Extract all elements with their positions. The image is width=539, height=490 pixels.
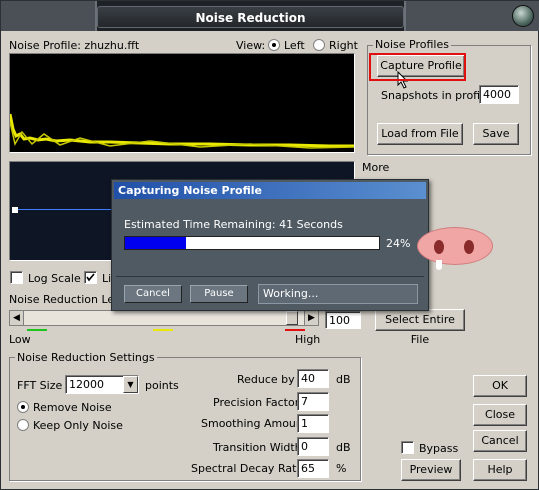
close-icon[interactable] <box>512 5 534 27</box>
fft-size-select[interactable]: 12000 ▼ <box>65 375 139 394</box>
dialog-pause-button[interactable]: Pause <box>190 285 248 303</box>
more-label: More <box>362 161 390 174</box>
pig-drip <box>436 260 442 270</box>
slider-low-marker <box>27 329 47 331</box>
slider-mid-marker <box>153 329 173 331</box>
smoothing-amount-label: Smoothing Amount <box>201 417 308 430</box>
view-left-radio[interactable] <box>268 39 280 51</box>
bypass-label: Bypass <box>419 442 459 455</box>
slider-high-marker <box>285 329 305 331</box>
noise-profile-graph <box>8 53 355 153</box>
check-icon <box>86 273 95 282</box>
close-button[interactable]: Close <box>473 404 527 426</box>
pig-nostril-left <box>434 240 444 254</box>
reduce-by-input[interactable]: 40 <box>297 369 329 388</box>
reduction-level-input[interactable]: 100 <box>325 311 361 329</box>
slider-right-arrow-icon[interactable]: ▶ <box>304 311 318 325</box>
cancel-button[interactable]: Cancel <box>473 430 527 452</box>
log-scale-checkbox[interactable] <box>10 271 23 284</box>
capture-progress-bar <box>124 236 380 250</box>
spectral-decay-input[interactable]: 65 <box>297 459 329 478</box>
precision-factor-label: Precision Factor <box>213 396 300 409</box>
fft-size-label: FFT Size <box>17 379 63 392</box>
log-scale-label: Log Scale <box>28 272 81 285</box>
snapshots-input[interactable]: 4000 <box>479 85 519 104</box>
noise-profile-label: Noise Profile: zhuzhu.fft <box>9 39 140 52</box>
linear-checkbox[interactable] <box>84 271 97 284</box>
transition-width-unit: dB <box>336 441 351 454</box>
select-entire-file-button[interactable]: Select Entire File <box>375 309 465 346</box>
view-left-label: Left <box>284 39 305 52</box>
remove-noise-label: Remove Noise <box>33 401 112 414</box>
keep-only-noise-label: Keep Only Noise <box>33 419 123 432</box>
save-profile-button[interactable]: Save <box>473 123 519 145</box>
dialog-title[interactable]: Capturing Noise Profile <box>114 182 426 199</box>
ok-button[interactable]: OK <box>473 375 527 397</box>
spectral-decay-label: Spectral Decay Rate <box>191 462 304 475</box>
fft-size-value: 12000 <box>69 378 104 391</box>
transition-width-input[interactable]: 0 <box>297 437 329 456</box>
reduction-level-slider[interactable]: ◀ ▶ <box>9 310 319 326</box>
snapshots-label: Snapshots in profile <box>381 89 490 102</box>
progress-percent-label: 24% <box>386 237 411 250</box>
preview-button[interactable]: Preview <box>401 459 461 481</box>
dialog-cancel-button[interactable]: Cancel <box>124 285 182 303</box>
chevron-down-icon[interactable]: ▼ <box>123 376 138 393</box>
curve-handle[interactable] <box>12 207 18 213</box>
capture-button-highlight <box>369 53 466 81</box>
slider-low-label: Low <box>9 333 31 346</box>
reduce-by-label: Reduce by <box>237 373 295 386</box>
keep-only-noise-radio[interactable] <box>17 419 29 431</box>
dialog-status-field: Working... <box>258 284 418 304</box>
remove-noise-radio[interactable] <box>17 401 29 413</box>
estimated-time-label: Estimated Time Remaining: 41 Seconds <box>124 218 343 231</box>
smoothing-amount-input[interactable]: 1 <box>297 414 329 433</box>
view-right-radio[interactable] <box>313 39 325 51</box>
spectrum-line <box>8 113 354 148</box>
points-label: points <box>145 379 179 392</box>
linear-label: Li <box>102 272 112 285</box>
view-right-label: Right <box>329 39 358 52</box>
noise-reduction-window: Noise Reduction Noise Profile: zhuzhu.ff… <box>0 0 539 490</box>
titlebar-left-decoration <box>1 1 97 31</box>
pig-nostril-right <box>464 240 474 254</box>
slider-high-label: High <box>295 333 321 346</box>
transition-width-label: Transition Width <box>213 441 302 454</box>
slider-left-arrow-icon[interactable]: ◀ <box>10 311 24 325</box>
spectrum-plot <box>8 113 355 149</box>
capturing-noise-profile-dialog: Capturing Noise Profile Estimated Time R… <box>111 179 429 311</box>
slider-thumb[interactable] <box>286 311 298 325</box>
noise-reduction-level-label: Noise Reduction Lev <box>9 293 121 306</box>
precision-factor-input[interactable]: 7 <box>297 392 329 411</box>
pig-nose-sticker-icon <box>417 227 493 270</box>
load-from-file-button[interactable]: Load from File <box>377 123 463 145</box>
help-button[interactable]: Help <box>473 459 527 481</box>
window-title: Noise Reduction <box>97 6 404 28</box>
view-label: View: <box>236 39 266 52</box>
reduce-by-unit: dB <box>336 373 351 386</box>
title-bar[interactable]: Noise Reduction <box>1 1 539 31</box>
spectral-decay-unit: % <box>336 462 347 475</box>
bypass-checkbox[interactable] <box>401 441 414 454</box>
progress-fill <box>125 237 186 249</box>
settings-group-label: Noise Reduction Settings <box>15 351 157 364</box>
dialog-separator <box>116 276 424 277</box>
noise-profiles-group-label: Noise Profiles <box>373 38 451 51</box>
